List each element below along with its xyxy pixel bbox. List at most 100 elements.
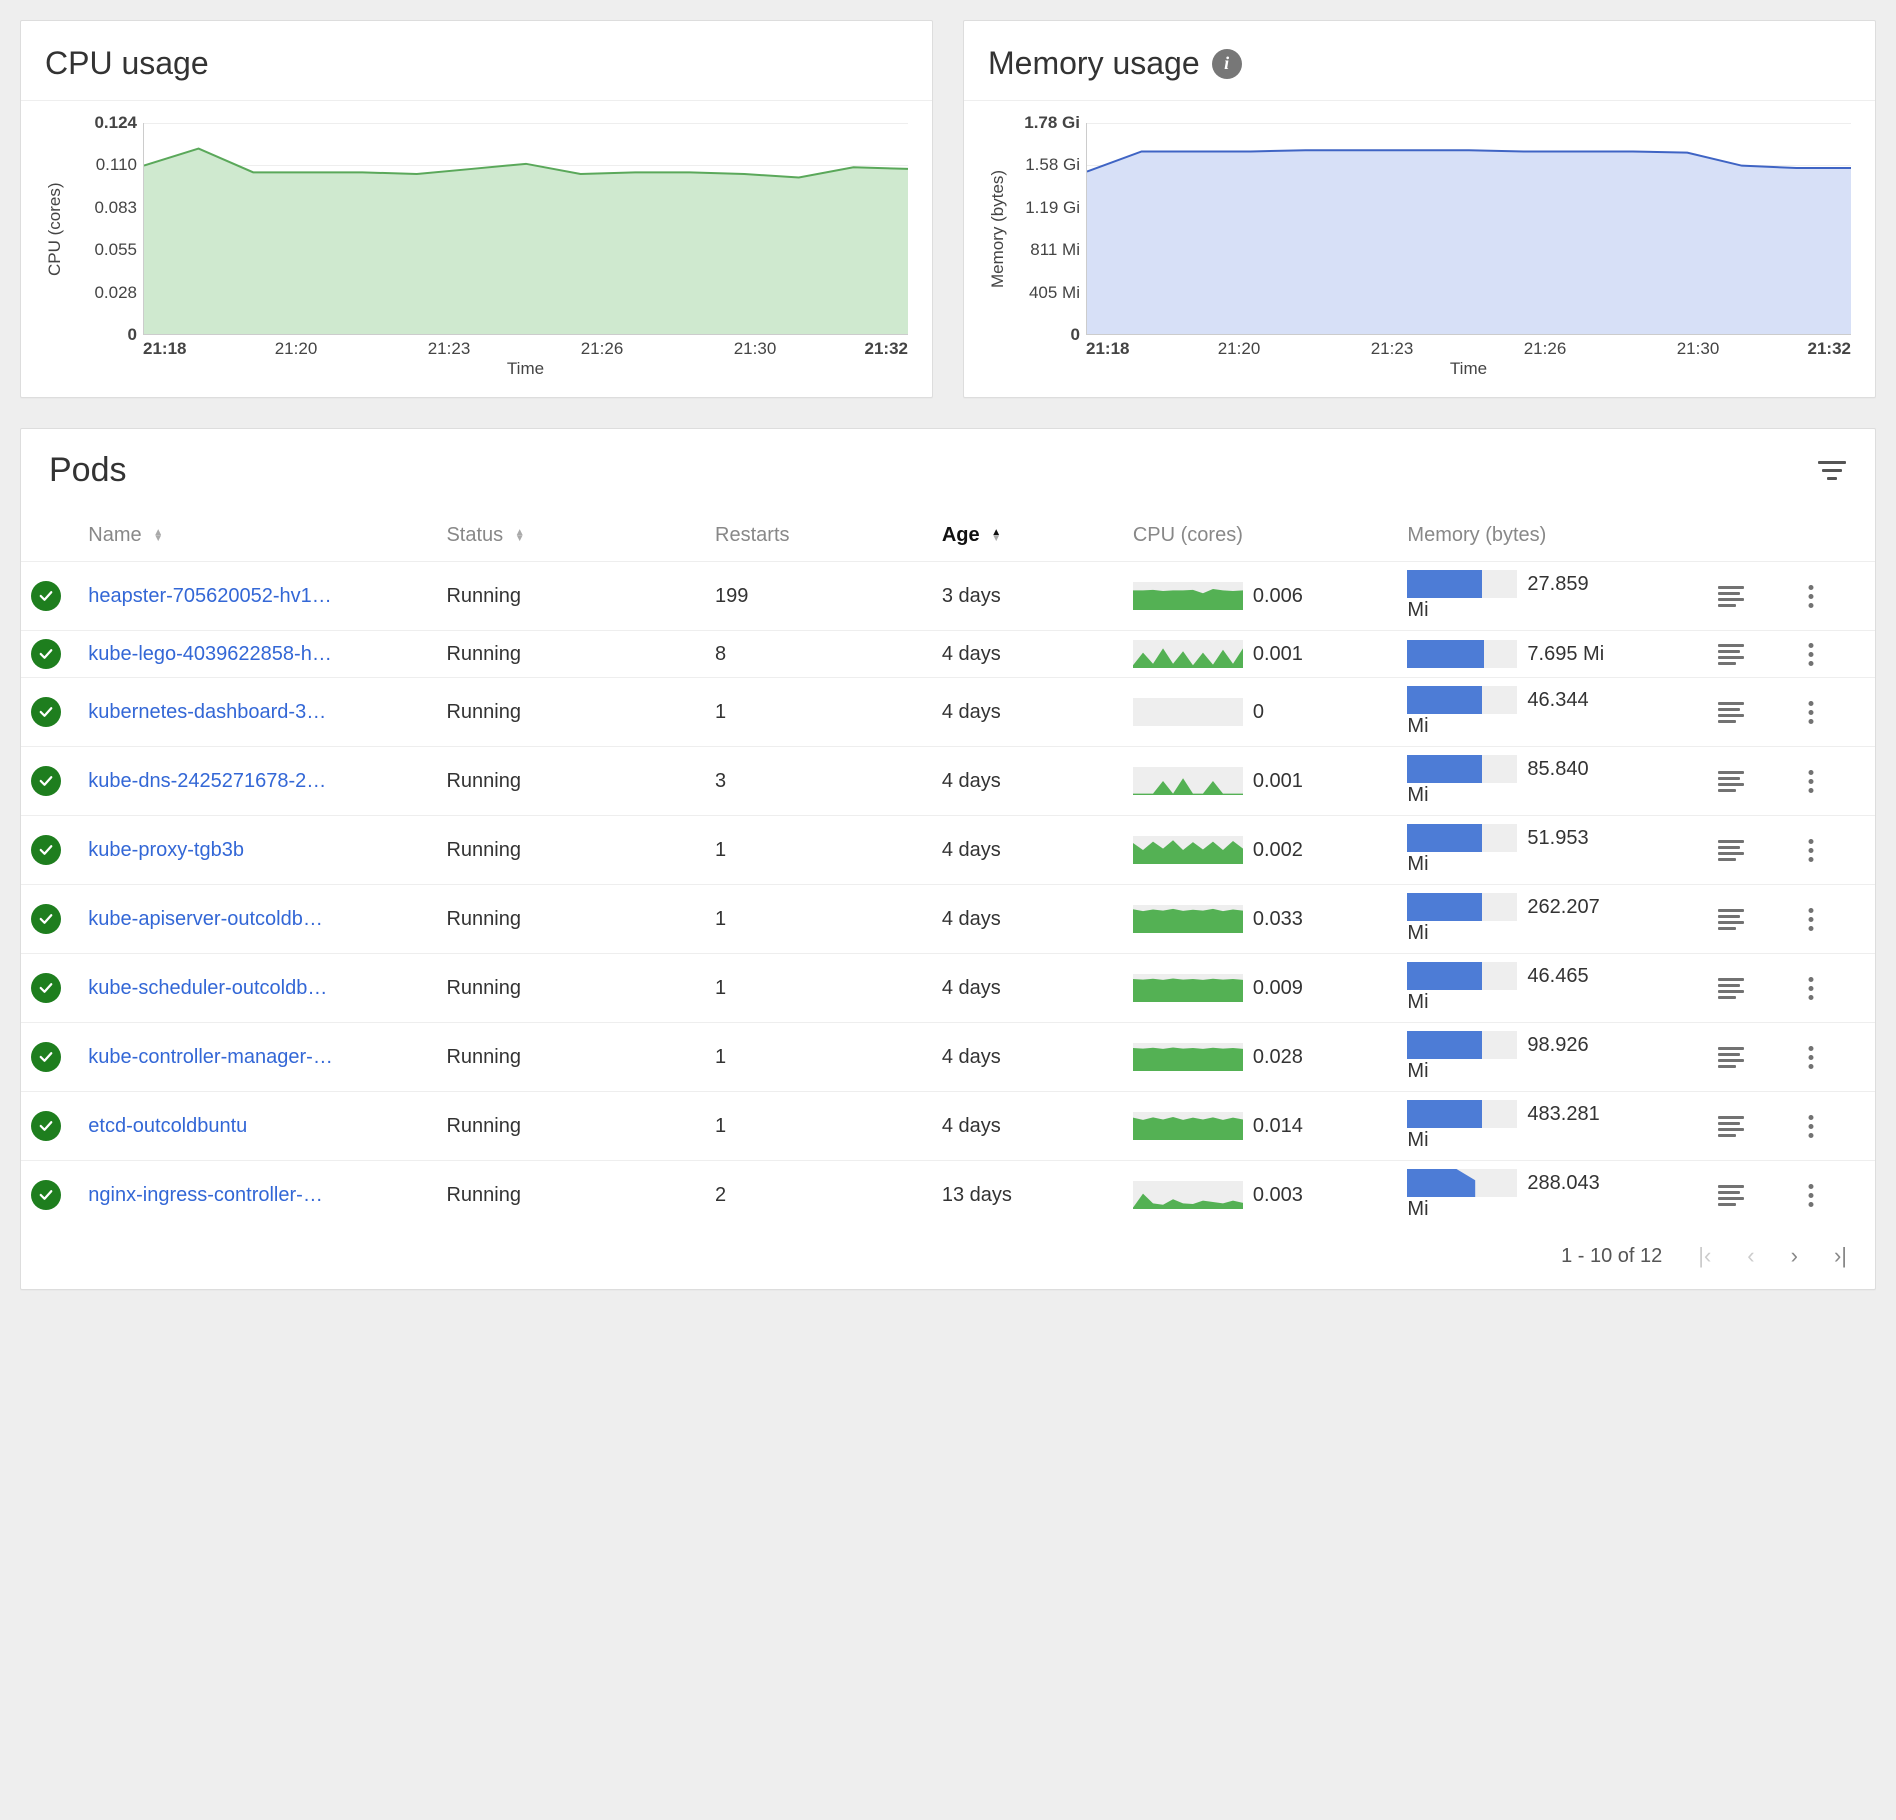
- memory-bar: [1407, 640, 1517, 668]
- memory-usage-title: Memory usage i: [988, 45, 1851, 82]
- pod-memory: 483.281Mi: [1397, 1092, 1707, 1161]
- pod-memory: 98.926Mi: [1397, 1023, 1707, 1092]
- pod-memory: 51.953Mi: [1397, 816, 1707, 885]
- memory-y-axis-label: Memory (bytes): [988, 123, 1016, 335]
- logs-icon[interactable]: [1718, 909, 1744, 929]
- cpu-sparkline: [1133, 698, 1243, 726]
- cpu-usage-title: CPU usage: [45, 45, 908, 82]
- status-running-icon: [31, 904, 61, 934]
- pod-cpu: 0.001: [1123, 631, 1398, 678]
- row-menu-icon[interactable]: [1801, 768, 1821, 794]
- column-memory[interactable]: Memory (bytes): [1397, 510, 1707, 562]
- pod-cpu: 0.033: [1123, 885, 1398, 954]
- cpu-x-ticks: 21:1821:2021:2321:2621:3021:32: [143, 335, 908, 359]
- table-row: nginx-ingress-controller-…Running213 day…: [21, 1161, 1875, 1230]
- memory-x-ticks: 21:1821:2021:2321:2621:3021:32: [1086, 335, 1851, 359]
- logs-icon[interactable]: [1718, 644, 1744, 664]
- memory-usage-card: Memory usage i Memory (bytes) 0405 Mi811…: [963, 20, 1876, 398]
- pod-restarts: 199: [705, 562, 932, 631]
- table-row: kube-proxy-tgb3bRunning14 days0.00251.95…: [21, 816, 1875, 885]
- memory-x-axis-label: Time: [1086, 359, 1851, 383]
- pods-card: Pods Name ▲▼ Status ▲▼: [20, 428, 1876, 1290]
- status-running-icon: [31, 973, 61, 1003]
- row-menu-icon[interactable]: [1801, 1182, 1821, 1208]
- cpu-sparkline: [1133, 1181, 1243, 1209]
- pod-link[interactable]: kube-controller-manager-…: [88, 1046, 333, 1068]
- pod-age: 4 days: [932, 954, 1123, 1023]
- page-prev-icon[interactable]: ‹: [1747, 1243, 1754, 1269]
- pod-memory: 262.207Mi: [1397, 885, 1707, 954]
- logs-icon[interactable]: [1718, 586, 1744, 606]
- row-menu-icon[interactable]: [1801, 583, 1821, 609]
- pod-memory: 7.695 Mi: [1397, 631, 1707, 678]
- pod-restarts: 1: [705, 1023, 932, 1092]
- filter-icon[interactable]: [1817, 461, 1847, 481]
- status-running-icon: [31, 1042, 61, 1072]
- pod-memory: 288.043Mi: [1397, 1161, 1707, 1230]
- pods-table: Name ▲▼ Status ▲▼ Restarts Age ▲▼ CPU (c…: [21, 510, 1875, 1229]
- pod-link[interactable]: kube-apiserver-outcoldb…: [88, 908, 323, 930]
- pod-link[interactable]: kube-scheduler-outcoldb…: [88, 977, 327, 999]
- pod-restarts: 1: [705, 885, 932, 954]
- table-row: etcd-outcoldbuntuRunning14 days0.014483.…: [21, 1092, 1875, 1161]
- pod-age: 4 days: [932, 678, 1123, 747]
- pod-cpu: 0.003: [1123, 1161, 1398, 1230]
- page-next-icon[interactable]: ›: [1791, 1243, 1798, 1269]
- column-name[interactable]: Name ▲▼: [78, 510, 436, 562]
- info-icon[interactable]: i: [1212, 49, 1242, 79]
- pagination-range: 1 - 10 of 12: [1561, 1245, 1662, 1268]
- pod-link[interactable]: kubernetes-dashboard-3…: [88, 701, 326, 723]
- pod-link[interactable]: heapster-705620052-hv1…: [88, 585, 332, 607]
- logs-icon[interactable]: [1718, 1047, 1744, 1067]
- pod-cpu: 0.014: [1123, 1092, 1398, 1161]
- pod-link[interactable]: kube-proxy-tgb3b: [88, 839, 244, 861]
- row-menu-icon[interactable]: [1801, 975, 1821, 1001]
- logs-icon[interactable]: [1718, 1185, 1744, 1205]
- table-row: kube-dns-2425271678-2…Running34 days0.00…: [21, 747, 1875, 816]
- memory-bar: [1407, 1169, 1517, 1197]
- memory-usage-title-text: Memory usage: [988, 45, 1200, 82]
- pod-memory: 46.344Mi: [1397, 678, 1707, 747]
- pod-status: Running: [436, 562, 705, 631]
- logs-icon[interactable]: [1718, 702, 1744, 722]
- logs-icon[interactable]: [1718, 771, 1744, 791]
- column-cpu[interactable]: CPU (cores): [1123, 510, 1398, 562]
- pod-link[interactable]: nginx-ingress-controller-…: [88, 1184, 323, 1206]
- memory-bar: [1407, 824, 1517, 852]
- status-running-icon: [31, 766, 61, 796]
- row-menu-icon[interactable]: [1801, 906, 1821, 932]
- column-age[interactable]: Age ▲▼: [932, 510, 1123, 562]
- pod-restarts: 1: [705, 816, 932, 885]
- pod-age: 3 days: [932, 562, 1123, 631]
- pod-link[interactable]: etcd-outcoldbuntu: [88, 1115, 247, 1137]
- pod-cpu: 0.006: [1123, 562, 1398, 631]
- table-row: kubernetes-dashboard-3…Running14 days046…: [21, 678, 1875, 747]
- pod-age: 13 days: [932, 1161, 1123, 1230]
- pod-link[interactable]: kube-lego-4039622858-h…: [88, 643, 332, 665]
- pod-cpu: 0.009: [1123, 954, 1398, 1023]
- pod-status: Running: [436, 885, 705, 954]
- row-menu-icon[interactable]: [1801, 1044, 1821, 1070]
- logs-icon[interactable]: [1718, 1116, 1744, 1136]
- pod-restarts: 3: [705, 747, 932, 816]
- logs-icon[interactable]: [1718, 978, 1744, 998]
- row-menu-icon[interactable]: [1801, 699, 1821, 725]
- memory-bar: [1407, 1031, 1517, 1059]
- pod-link[interactable]: kube-dns-2425271678-2…: [88, 770, 326, 792]
- pod-age: 4 days: [932, 1023, 1123, 1092]
- page-first-icon[interactable]: |‹: [1698, 1243, 1711, 1269]
- column-restarts[interactable]: Restarts: [705, 510, 932, 562]
- logs-icon[interactable]: [1718, 840, 1744, 860]
- pod-cpu: 0.002: [1123, 816, 1398, 885]
- memory-bar: [1407, 755, 1517, 783]
- cpu-sparkline: [1133, 582, 1243, 610]
- column-status[interactable]: Status ▲▼: [436, 510, 705, 562]
- row-menu-icon[interactable]: [1801, 641, 1821, 667]
- pod-age: 4 days: [932, 816, 1123, 885]
- pod-status: Running: [436, 1092, 705, 1161]
- row-menu-icon[interactable]: [1801, 1113, 1821, 1139]
- table-row: kube-apiserver-outcoldb…Running14 days0.…: [21, 885, 1875, 954]
- page-last-icon[interactable]: ›|: [1834, 1243, 1847, 1269]
- pod-cpu: 0.001: [1123, 747, 1398, 816]
- row-menu-icon[interactable]: [1801, 837, 1821, 863]
